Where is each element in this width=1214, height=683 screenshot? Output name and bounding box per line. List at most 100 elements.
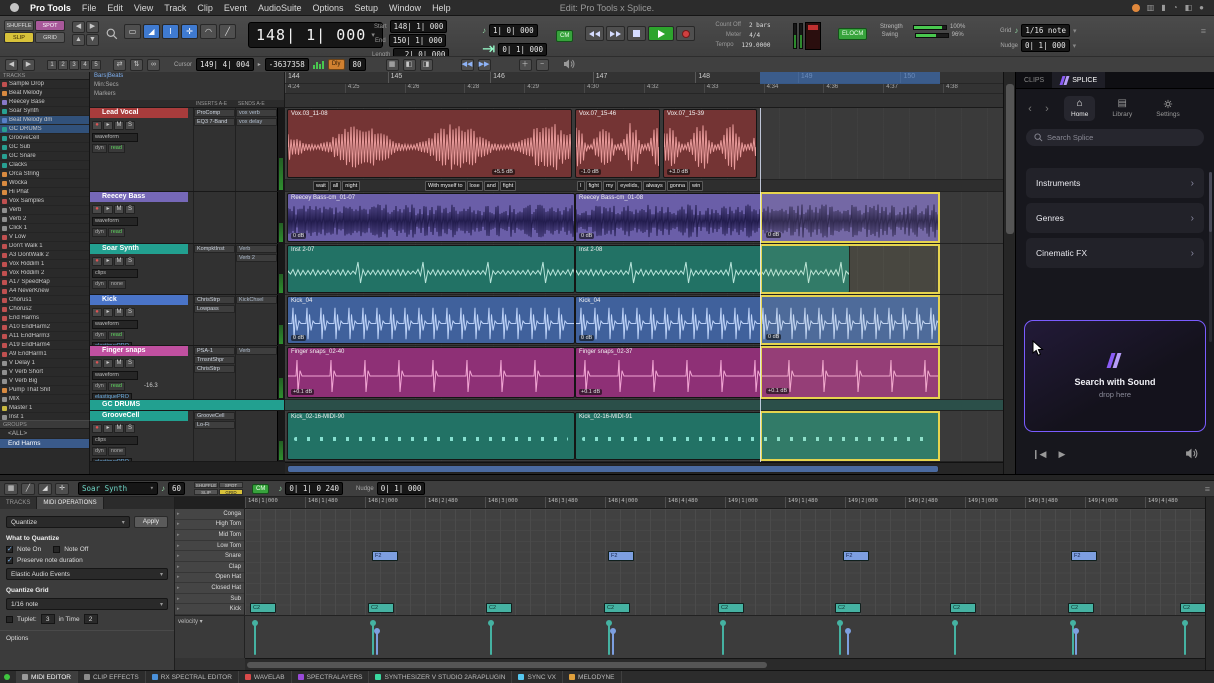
velocity-stem[interactable] — [1184, 623, 1186, 655]
tab-midi-operations[interactable]: MIDI OPERATIONS — [37, 497, 103, 509]
lyric-word[interactable]: my — [603, 181, 616, 191]
menu-item-edit[interactable]: Edit — [107, 3, 123, 13]
tracklist-item[interactable]: Hi Phat — [0, 188, 89, 197]
lyric-word[interactable]: wait — [313, 181, 329, 191]
track-view-selector[interactable]: waveform — [92, 320, 138, 329]
menu-item-track[interactable]: Track — [164, 3, 186, 13]
midi-note-c2[interactable]: C2 — [718, 603, 744, 613]
tracklist-item[interactable]: Clacks — [0, 161, 89, 170]
pencil-tool-button[interactable]: ╱ — [21, 483, 35, 495]
grid-mini-value[interactable]: 1| 0| 000 — [489, 24, 538, 37]
insert-slot[interactable]: ChrisStrp — [194, 296, 235, 304]
send-slot[interactable]: Verb — [236, 347, 277, 355]
solo-button[interactable]: S — [125, 424, 135, 433]
midi-track-selector[interactable]: Soar Synth▾ — [78, 482, 158, 495]
send-slot[interactable]: vox verb — [236, 109, 277, 117]
menu-item-file[interactable]: File — [82, 3, 97, 13]
edit-selection[interactable]: 0 dB — [760, 295, 940, 345]
clip-gain-badge[interactable]: 0 dB — [579, 233, 594, 239]
track-view-selector[interactable]: waveform — [92, 217, 138, 226]
siri-icon[interactable]: ● — [1199, 3, 1204, 12]
scrubber-tool-button[interactable]: ◠ — [200, 24, 217, 39]
tracklist-item[interactable]: Verb 2 — [0, 215, 89, 224]
midi-nudge-value[interactable]: 0| 1| 000 — [377, 482, 426, 495]
panel-divider[interactable] — [0, 474, 1214, 481]
elastic-audio-plugin[interactable]: elastiquePRO — [92, 458, 132, 462]
clip-gain-badge[interactable]: +0.1 dB — [579, 389, 602, 395]
tracklist-item[interactable]: GC Sub — [0, 143, 89, 152]
track-header-lead-vocal[interactable]: Lead Vocal●▸MSwaveformdynreadProCompEQ3 … — [90, 108, 285, 192]
automation-mode[interactable]: dynread — [92, 144, 125, 153]
drum-lane-clap[interactable]: ▸Clap — [175, 562, 244, 573]
tracklist-item[interactable]: GrooveCell — [0, 134, 89, 143]
midi-note-grid[interactable]: F2F2F2F2C2C2C2C2C2C2C2C2C2 — [245, 509, 1205, 615]
fast-forward-button[interactable] — [606, 26, 625, 41]
zoom-preset-5[interactable]: 5 — [91, 60, 101, 70]
stop-button[interactable] — [627, 26, 646, 41]
zoom-down-button[interactable]: ▼ — [86, 34, 99, 46]
lyric-word[interactable]: I — [577, 181, 585, 191]
menu-item-options[interactable]: Options — [312, 3, 343, 13]
midi-hscroll-thumb[interactable] — [247, 662, 767, 668]
tracklist-item[interactable]: Chorus1 — [0, 296, 89, 305]
vertical-scrollbar-thumb[interactable] — [1006, 84, 1014, 234]
play-icon[interactable]: ▶ — [1058, 449, 1065, 460]
midi-horizontal-scrollbar[interactable] — [245, 658, 1205, 670]
control-center-icon[interactable]: ◧ — [1185, 3, 1193, 12]
menu-item-event[interactable]: Event — [224, 3, 247, 13]
splice-search-input[interactable]: Search Splice — [1026, 129, 1204, 146]
insert-slot[interactable]: ProComp — [194, 109, 235, 117]
mute-button[interactable]: M — [114, 359, 124, 368]
midi-note-c2[interactable]: C2 — [1180, 603, 1205, 613]
track-list-header[interactable]: TRACKS — [0, 72, 89, 80]
midi-note-c2[interactable]: C2 — [250, 603, 276, 613]
zoom-preset-1[interactable]: 1 — [47, 60, 57, 70]
menu-item-setup[interactable]: Setup — [355, 3, 379, 13]
tracklist-item[interactable]: A3 DontWalk 2 — [0, 251, 89, 260]
end-value[interactable]: 150| 1| 000 — [389, 34, 447, 47]
insert-slot[interactable]: PSA-1 — [194, 347, 235, 355]
automation-mode[interactable]: dynread — [92, 331, 125, 340]
clip-gain-badge[interactable]: 0 dB — [291, 233, 306, 239]
input-monitor-button[interactable]: ▸ — [103, 121, 113, 130]
track-header-soar-synth[interactable]: Soar Synth●▸MSclipsdynnoneKompktInstVerb… — [90, 244, 285, 295]
tracklist-item[interactable]: Don't Walk 1 — [0, 242, 89, 251]
tracklist-item[interactable]: Chorus2 — [0, 305, 89, 314]
nav-right-button[interactable]: ▶ — [22, 59, 35, 71]
midi-grid-value[interactable]: 0| 1| 0 240 — [285, 482, 343, 495]
statusbar-midi-editor[interactable]: MIDI EDITOR — [16, 671, 78, 683]
track-name[interactable]: Reecey Bass — [90, 192, 188, 202]
expand-icon[interactable]: ▸ — [177, 606, 180, 612]
midi-default-velocity[interactable]: 60 — [168, 482, 185, 495]
tracklist-item[interactable]: Wocka — [0, 179, 89, 188]
swing-bar[interactable] — [915, 33, 949, 38]
velocity-stem[interactable] — [608, 623, 610, 655]
edit-mode-grid[interactable]: GRID — [35, 32, 65, 43]
menu-item-clip[interactable]: Clip — [197, 3, 213, 13]
meter-value[interactable]: 4/4 — [749, 31, 760, 40]
zoom-up-button[interactable]: ▲ — [72, 34, 85, 46]
grid-value[interactable]: 1/16 note — [1021, 24, 1070, 37]
vertical-scrollbar[interactable] — [1003, 72, 1015, 474]
midi-note-c2[interactable]: C2 — [835, 603, 861, 613]
midi-mode-grid[interactable]: GRID — [219, 489, 243, 495]
solo-button[interactable]: S — [125, 121, 135, 130]
ruler-markers-label[interactable]: Markers — [94, 90, 284, 99]
menu-item-view[interactable]: View — [134, 3, 153, 13]
lyric-word[interactable]: all — [330, 181, 342, 191]
trim-tool-button[interactable]: ◢ — [38, 483, 52, 495]
chevron-down-icon[interactable]: ▾ — [1073, 42, 1077, 50]
group-item[interactable]: End Harms — [0, 439, 89, 449]
dly-badge[interactable]: Dly — [328, 59, 345, 70]
midi-mode-slip[interactable]: SLIP — [194, 489, 218, 495]
expand-icon[interactable]: ▸ — [177, 553, 180, 559]
drum-lane-sub[interactable]: ▸Sub — [175, 594, 244, 605]
midi-toolbar-menu-icon[interactable]: ≡ — [1205, 484, 1210, 494]
statusbar-sync-vx[interactable]: SYNC VX — [512, 671, 563, 683]
cm-badge[interactable]: CM — [556, 30, 573, 42]
track-view-selector[interactable]: clips — [92, 436, 138, 445]
automation-mode[interactable]: dynread — [92, 382, 125, 391]
track-view-selector[interactable]: waveform — [92, 371, 138, 380]
grid-icon[interactable]: ▥ — [1147, 3, 1155, 12]
grabber-tool-button[interactable]: ✛ — [181, 24, 198, 39]
